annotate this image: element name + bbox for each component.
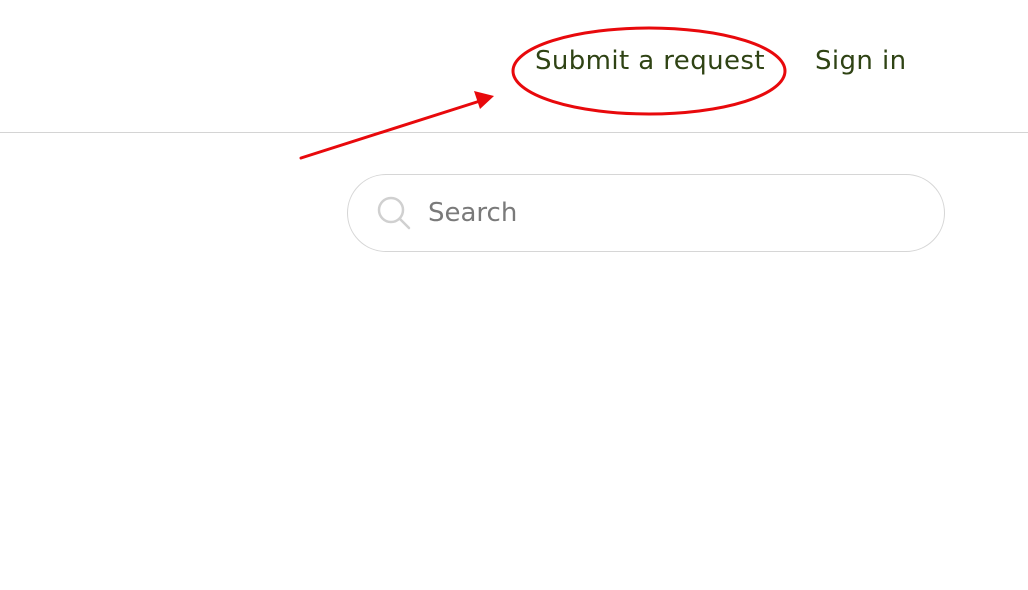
- sign-in-link[interactable]: Sign in: [815, 44, 906, 78]
- submit-request-link[interactable]: Submit a request: [535, 44, 765, 78]
- search-box[interactable]: [347, 174, 945, 252]
- search-input[interactable]: [428, 189, 908, 237]
- site-header: Submit a request Sign in: [0, 0, 1028, 133]
- page: Submit a request Sign in: [0, 0, 1028, 590]
- search-icon: [376, 195, 412, 231]
